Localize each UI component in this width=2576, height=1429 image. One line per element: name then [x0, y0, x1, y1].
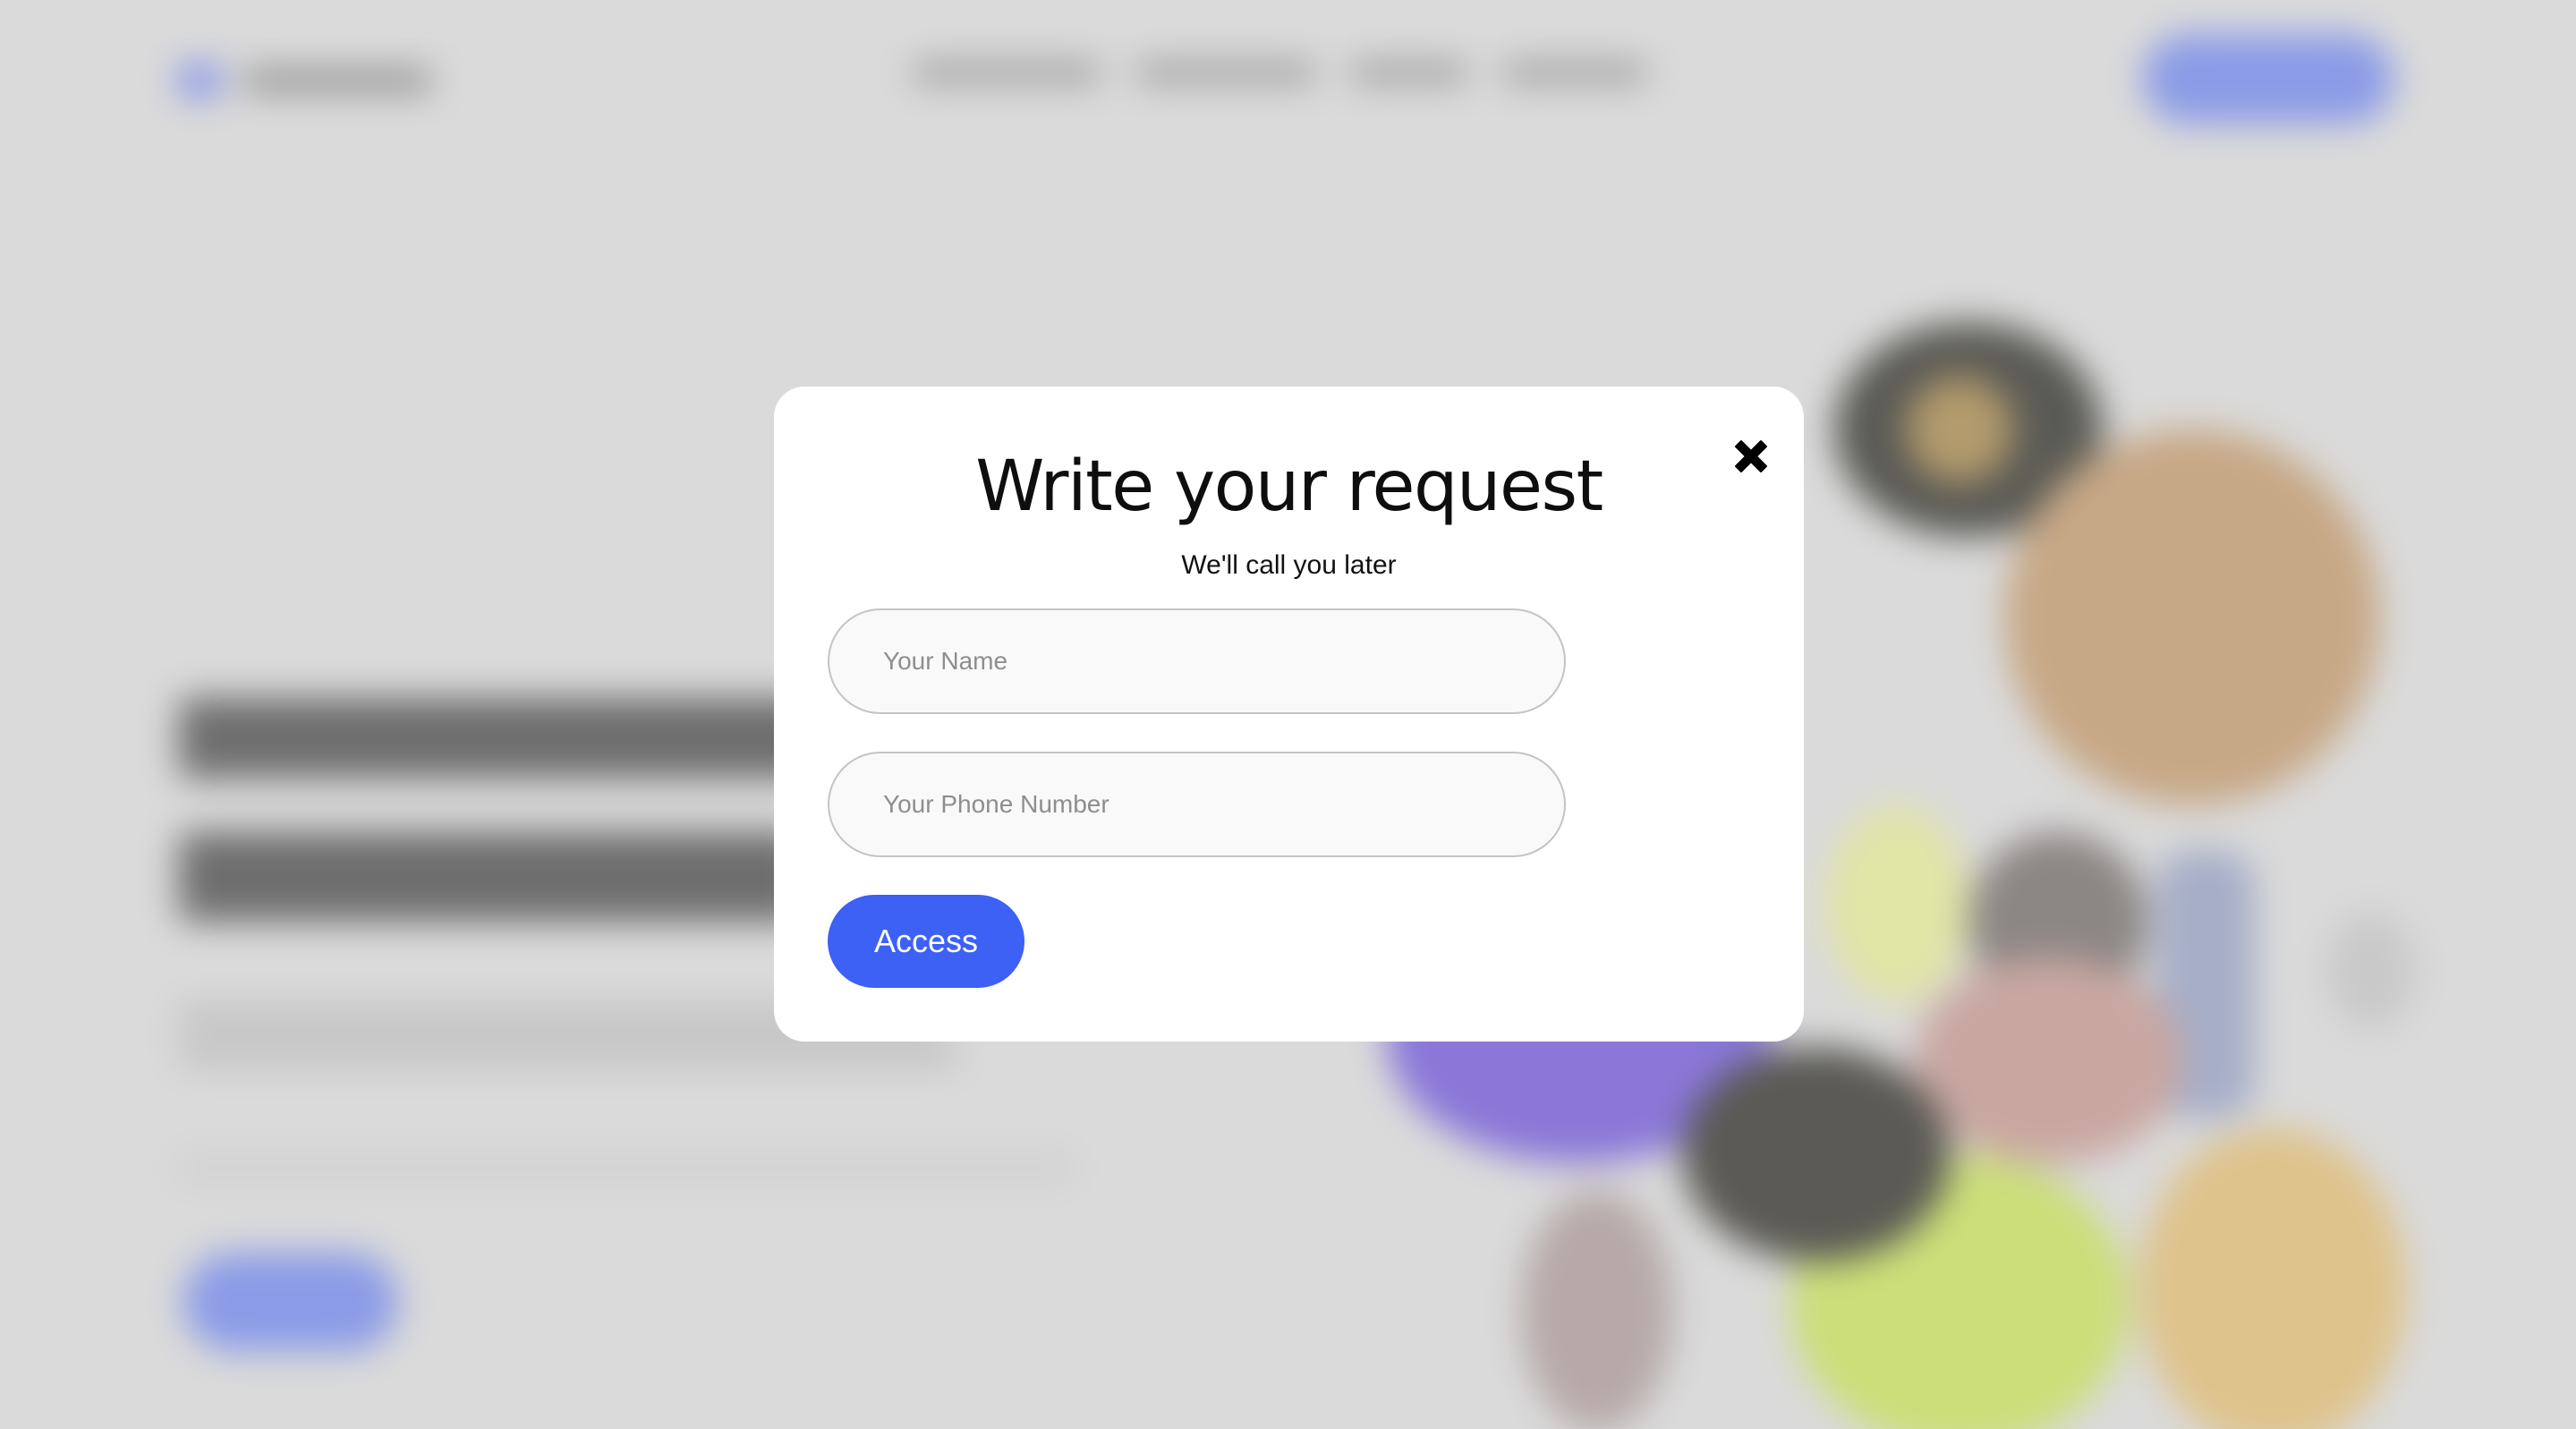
- background-hero-text: [179, 1154, 1074, 1181]
- background-nav: [913, 63, 1646, 82]
- background-nav-item: [1503, 63, 1646, 82]
- background-logo-mark: [179, 64, 220, 97]
- background-photo-blob: [1682, 1047, 1951, 1262]
- background-logo-wordmark: [243, 70, 431, 91]
- name-input[interactable]: [828, 608, 1566, 714]
- background-logo: [179, 55, 438, 102]
- background-photo-blob: [2326, 913, 2416, 1029]
- background-photo-blob: [1521, 1190, 1673, 1429]
- background-photo-blob: [1825, 805, 1968, 1002]
- background-nav-item: [1351, 63, 1467, 82]
- background-photo-blob: [1906, 376, 2013, 483]
- request-modal: Write your request We'll call you later …: [774, 387, 1804, 1042]
- background-header-button: [2143, 34, 2393, 123]
- background-photo-blob: [1915, 957, 2183, 1163]
- modal-title: Write your request: [975, 447, 1603, 527]
- page-root: Write your request We'll call you later …: [0, 0, 2576, 1429]
- phone-input[interactable]: [828, 752, 1566, 857]
- background-photo-blob: [2138, 1127, 2407, 1429]
- background-hero-title: [179, 832, 805, 922]
- background-nav-item: [913, 63, 1101, 82]
- access-button[interactable]: Access: [828, 895, 1024, 988]
- background-hero-text: [179, 1042, 957, 1064]
- background-hero-title: [179, 698, 823, 778]
- background-hero-button: [183, 1253, 398, 1351]
- background-nav-item: [1136, 63, 1315, 82]
- background-photo-blob: [2004, 430, 2380, 805]
- modal-subtitle: We'll call you later: [1181, 550, 1397, 580]
